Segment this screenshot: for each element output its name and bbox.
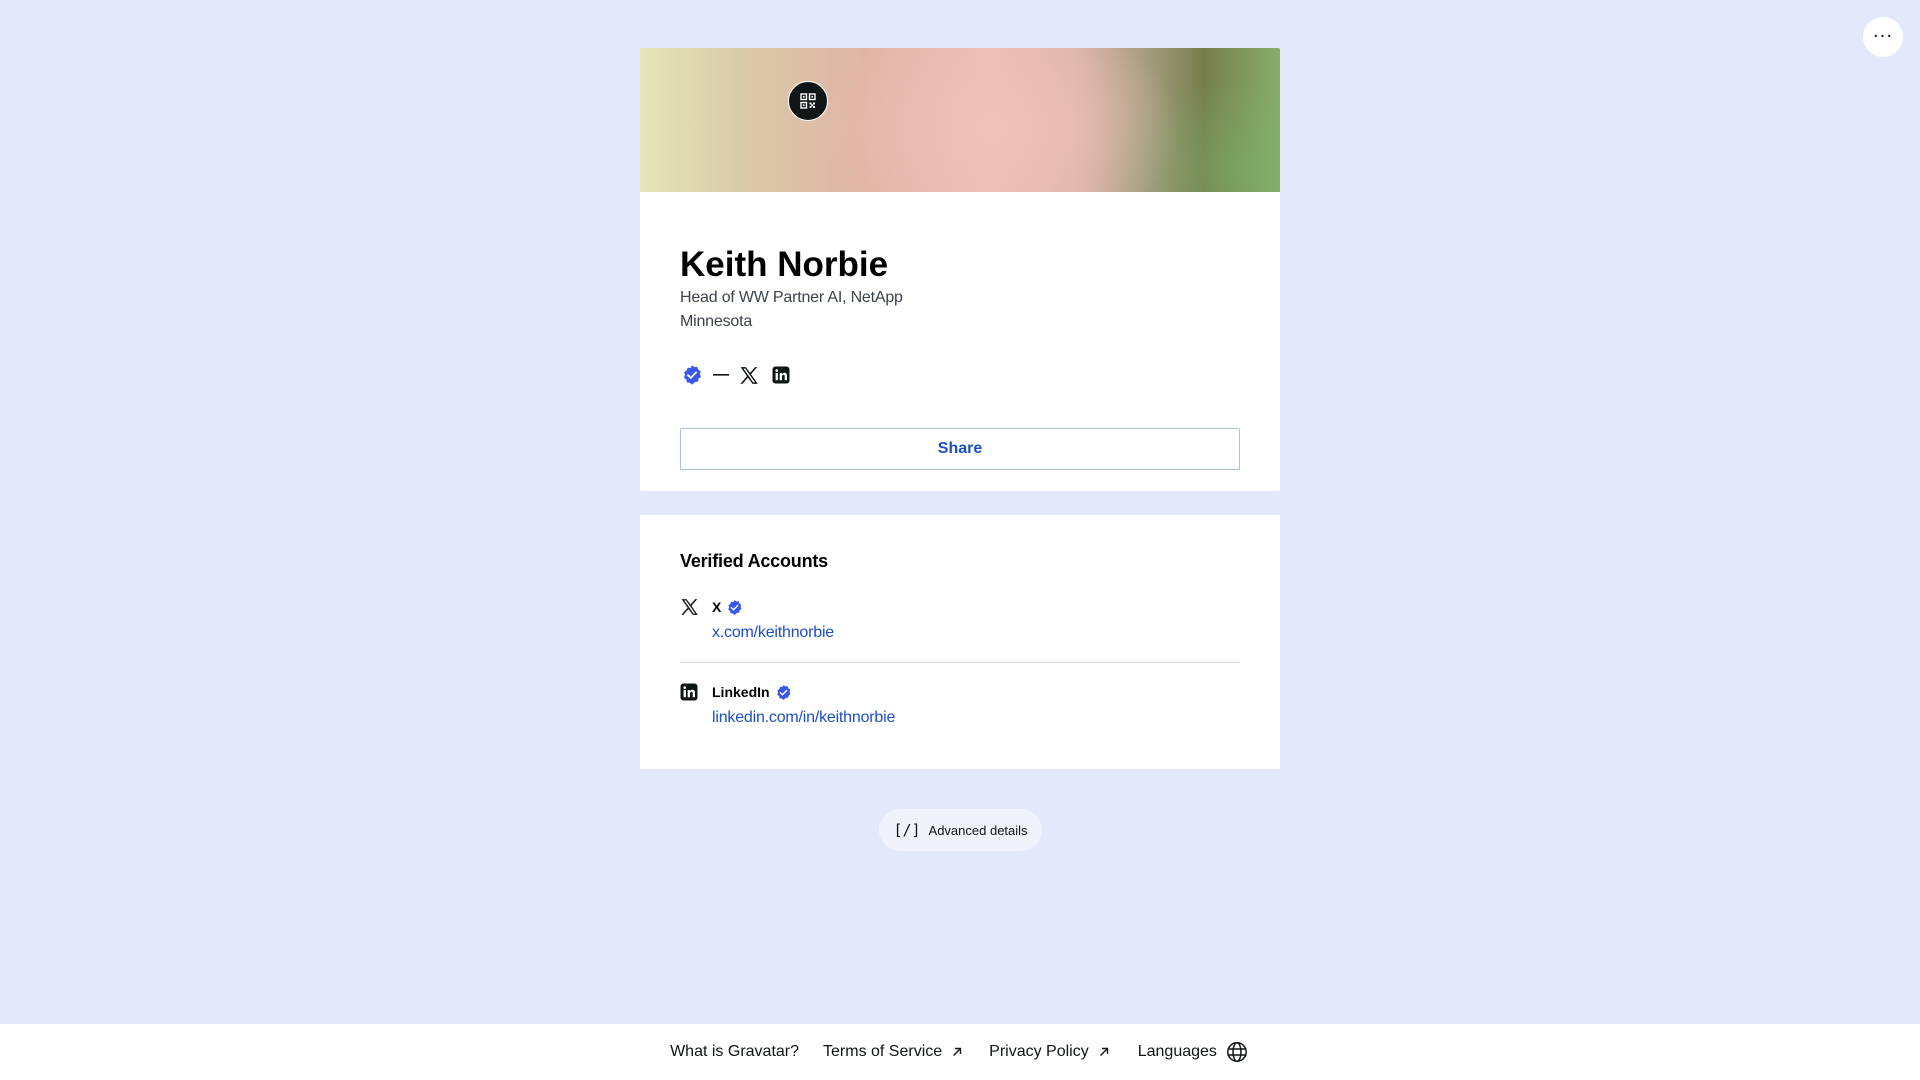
verified-badge-icon — [775, 684, 792, 701]
x-icon — [680, 595, 712, 619]
footer-what-is-label: What is Gravatar? — [670, 1043, 800, 1060]
external-link-icon — [1098, 1046, 1110, 1058]
account-row-x: X x.com/keithnorbie — [680, 595, 1240, 662]
profile-card: Keith Norbie Head of WW Partner AI, NetA… — [640, 48, 1280, 491]
more-options-button[interactable]: ··· — [1863, 17, 1903, 57]
external-link-icon — [951, 1046, 963, 1058]
qr-code-button[interactable] — [788, 81, 828, 121]
linkedin-icon — [680, 680, 712, 704]
more-options-label: ··· — [1872, 26, 1894, 47]
footer-privacy-label: Privacy Policy — [989, 1043, 1089, 1060]
code-icon: [/] — [893, 821, 921, 839]
share-button[interactable]: Share — [680, 428, 1240, 470]
qr-code-icon — [800, 93, 816, 109]
profile-job-title: Head of WW Partner AI, NetApp — [680, 289, 903, 306]
verified-accounts-title: Verified Accounts — [680, 551, 828, 571]
advanced-details-button[interactable]: [/] Advanced details — [879, 809, 1042, 851]
footer-languages-label: Languages — [1137, 1043, 1217, 1060]
profile-location: Minnesota — [680, 313, 753, 330]
globe-icon — [1226, 1041, 1248, 1063]
footer: What is Gravatar? Terms of Service Priva… — [0, 1024, 1920, 1080]
account-row-linkedin: LinkedIn linkedin.com/in/keithnorbie — [680, 662, 1240, 730]
profile-social-icons — [680, 363, 1240, 387]
footer-privacy-link[interactable]: Privacy Policy — [989, 1042, 1110, 1062]
linkedin-icon[interactable] — [770, 363, 792, 387]
account-name-x: X — [712, 599, 722, 615]
account-link-linkedin[interactable]: linkedin.com/in/keithnorbie — [712, 706, 895, 730]
verified-badge-icon — [726, 599, 743, 616]
footer-terms-link[interactable]: Terms of Service — [823, 1042, 963, 1062]
account-link-x[interactable]: x.com/keithnorbie — [712, 621, 834, 645]
advanced-details-label: Advanced details — [928, 822, 1028, 838]
profile-body: Keith Norbie Head of WW Partner AI, NetA… — [640, 192, 1280, 470]
footer-terms-label: Terms of Service — [823, 1043, 943, 1060]
account-name-linkedin: LinkedIn — [712, 684, 770, 700]
profile-header-background — [640, 48, 1280, 192]
profile-name: Keith Norbie — [680, 245, 889, 284]
verified-icon[interactable] — [680, 363, 704, 387]
x-icon[interactable] — [738, 363, 760, 387]
footer-what-is-gravatar-link[interactable]: What is Gravatar? — [670, 1042, 799, 1062]
dash-icon[interactable] — [712, 363, 730, 387]
footer-languages-button[interactable]: Languages — [1138, 1041, 1248, 1063]
verified-accounts-card: Verified Accounts X x.com/keithnorbie Li… — [640, 515, 1280, 769]
